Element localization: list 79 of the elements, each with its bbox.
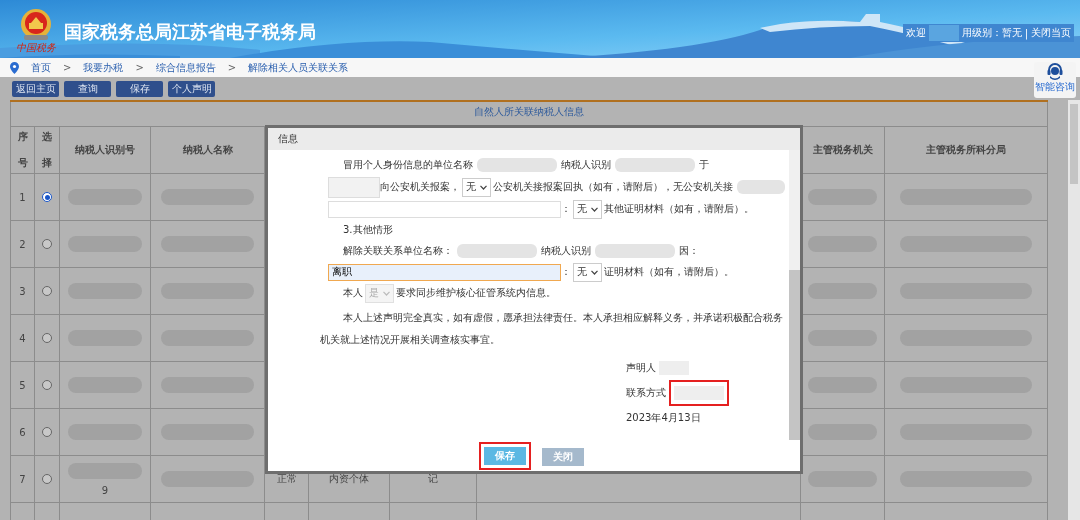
dialog-text: 3.其他情形 — [343, 223, 393, 238]
scrollbar[interactable] — [789, 149, 800, 440]
emblem-icon — [18, 8, 54, 42]
row-number: 7 — [19, 473, 26, 485]
text-field[interactable] — [328, 200, 561, 218]
welcome-text: 欢迎 — [905, 26, 926, 40]
dialog-text: 于 — [699, 158, 709, 173]
breadcrumb-separator: > — [135, 62, 144, 73]
row-number: 6 — [19, 426, 26, 438]
toolbar-button[interactable]: 保存 — [116, 80, 163, 97]
column-header: 纳税人识别号 — [75, 144, 135, 156]
dialog-text: 因： — [679, 244, 699, 259]
redaction-blur — [928, 25, 959, 41]
radio-button[interactable] — [42, 192, 52, 202]
scrollbar[interactable] — [1068, 100, 1080, 520]
column-header: 主管税务机关 — [812, 144, 873, 156]
table-cell: 9 — [101, 484, 109, 496]
text-field[interactable]: 离职 — [328, 263, 561, 281]
declaration-paragraph: 本人上述声明完全真实，如有虚假，愿承担法律责任。本人承担相应解释义务，并承诺积极配合税务机关就上述情况开展相关调查核实事宜。 — [320, 310, 784, 347]
radio-button[interactable] — [42, 239, 52, 249]
dialog-text: 公安机关接报案回执（如有，请附后），无公安机关接 — [493, 180, 733, 195]
radio-button[interactable] — [42, 333, 52, 343]
close-page-link[interactable]: 关闭当页 — [1031, 26, 1071, 40]
select-field[interactable]: 无 — [462, 177, 491, 197]
row-number: 3 — [19, 285, 26, 297]
toolbar-button[interactable]: 返回主页 — [12, 80, 59, 97]
dialog-text: 向公安机关报案， — [380, 180, 460, 195]
location-pin-icon — [10, 61, 19, 74]
breadcrumb-link[interactable]: 首页 — [31, 60, 51, 75]
chevron-down-icon — [383, 290, 390, 296]
dialog-text: 要求同步维护核心征管系统内信息。 — [396, 286, 556, 301]
row-number: 5 — [19, 379, 26, 391]
declarant-label: 声明人 — [626, 360, 656, 375]
table-cell: 内资个体 — [329, 472, 369, 486]
site-title: 国家税务总局江苏省电子税务局 — [64, 20, 316, 44]
breadcrumb-link[interactable]: 我要办税 — [83, 60, 124, 75]
toolbar-button[interactable]: 查询 — [64, 80, 111, 97]
row-number: 2 — [19, 238, 26, 250]
radio-button[interactable] — [42, 380, 52, 390]
redaction-blur — [737, 180, 785, 195]
date-text: 2023年4月13日 — [626, 410, 701, 425]
column-header: 主管税务所科分局 — [926, 144, 1006, 156]
dialog-text: 纳税人识别 — [561, 158, 611, 173]
table-title: 自然人所关联纳税人信息 — [474, 105, 584, 119]
dialog-text: 解除关联关系单位名称： — [343, 244, 453, 259]
breadcrumb-separator: > — [227, 62, 237, 73]
chevron-down-icon — [591, 206, 598, 212]
chevron-down-icon — [591, 269, 598, 275]
table-cell: 记 — [428, 472, 438, 486]
row-number: 4 — [19, 332, 26, 344]
table-cell: 正常 — [276, 472, 297, 486]
credit-level-text: 用级别：暂无 — [961, 26, 1022, 40]
breadcrumb-separator: > — [63, 62, 72, 73]
dialog-text: 冒用个人身份信息的单位名称 — [343, 158, 473, 173]
dialog-title: 信息 — [278, 131, 298, 146]
breadcrumb-link[interactable]: 综合信息报告 — [155, 60, 216, 75]
separator-text: | — [1024, 27, 1028, 39]
column-header: 选择 — [42, 130, 52, 170]
dialog-text: ： — [561, 202, 571, 217]
radio-button[interactable] — [42, 474, 52, 484]
radio-button[interactable] — [42, 427, 52, 437]
assistant-widget[interactable]: 智能咨询 — [1034, 62, 1076, 98]
breadcrumb-link[interactable]: 解除相关人员关联关系 — [248, 60, 349, 75]
dialog-text: 其他证明材料（如有，请附后）。 — [604, 202, 754, 217]
logo-caption: 中国税务 — [16, 42, 56, 53]
headset-icon — [1046, 62, 1064, 80]
dialog-text: 本人 — [343, 286, 363, 301]
chevron-down-icon — [480, 184, 487, 190]
contact-label: 联系方式 — [626, 385, 666, 400]
select-field[interactable]: 无 — [573, 199, 602, 219]
select-field[interactable]: 无 — [573, 262, 602, 282]
column-header: 序号 — [17, 130, 28, 170]
dialog-text: ： — [561, 265, 571, 280]
dialog-text: 纳税人识别 — [541, 244, 591, 259]
toolbar-button[interactable]: 个人声明 — [168, 80, 215, 97]
dialog-text: 证明材料（如有，请附后）。 — [604, 265, 734, 280]
radio-button[interactable] — [42, 286, 52, 296]
row-number: 1 — [19, 191, 26, 203]
column-header: 纳税人名称 — [182, 144, 233, 156]
